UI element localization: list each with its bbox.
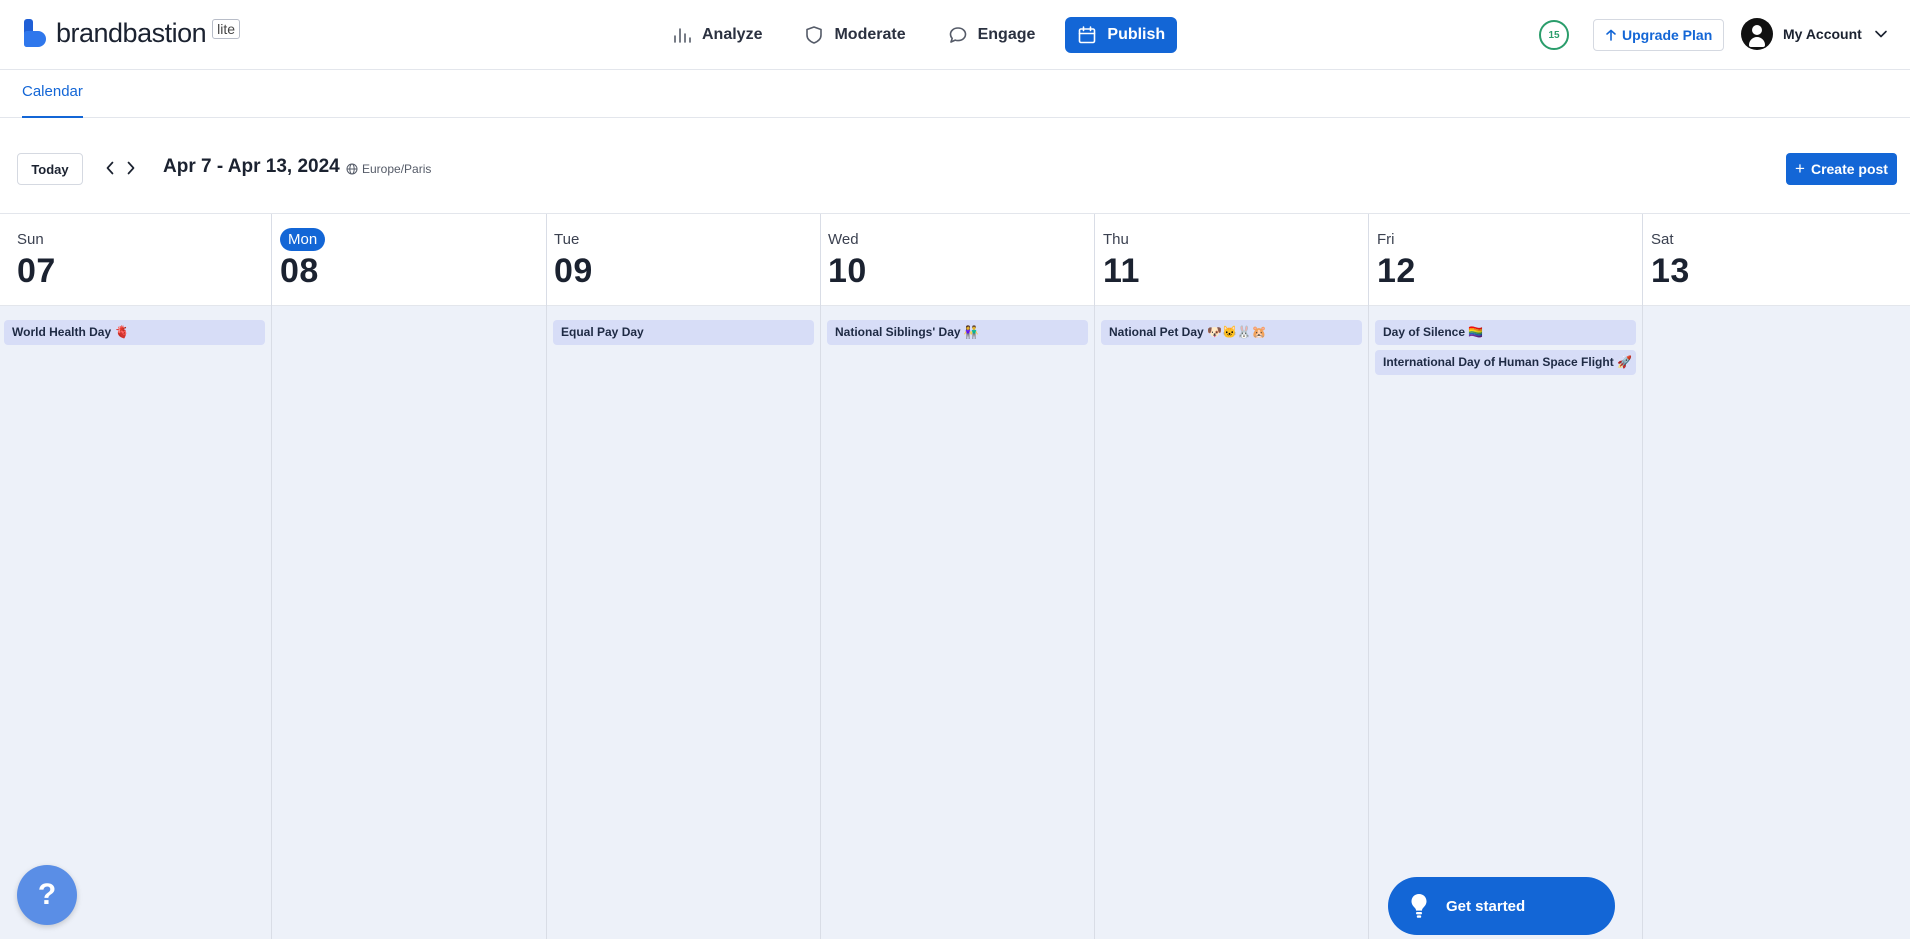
day-of-week: Tue xyxy=(554,231,580,248)
timezone-label: Europe/Paris xyxy=(362,162,432,176)
day-header: Sat 13 xyxy=(1643,214,1910,306)
chevron-down-icon xyxy=(1875,30,1887,38)
day-header: Tue 09 xyxy=(547,214,820,306)
day-cell[interactable]: Equal Pay Day xyxy=(547,306,820,939)
upgrade-plan-label: Upgrade Plan xyxy=(1622,27,1713,43)
account-label: My Account xyxy=(1783,26,1862,42)
day-column-tue: Tue 09 Equal Pay Day xyxy=(547,214,821,939)
chevron-right-icon xyxy=(127,161,135,175)
arrow-up-icon xyxy=(1606,29,1616,41)
day-header: Sun 07 xyxy=(0,214,271,306)
next-week-button[interactable] xyxy=(121,158,141,178)
day-number: 11 xyxy=(1103,252,1140,290)
brand-name: brandbastion xyxy=(56,18,207,48)
calendar-toolbar: Today Apr 7 - Apr 13, 2024 Europe/Paris … xyxy=(0,118,1910,214)
tab-calendar[interactable]: Calendar xyxy=(22,70,83,118)
day-column-thu: Thu 11 National Pet Day 🐶🐱🐰🐹 xyxy=(1095,214,1369,939)
day-cell[interactable]: National Pet Day 🐶🐱🐰🐹 xyxy=(1095,306,1368,939)
avatar xyxy=(1741,18,1773,50)
get-started-label: Get started xyxy=(1446,897,1526,915)
day-cell[interactable]: National Siblings' Day 👫 xyxy=(821,306,1094,939)
nav-publish[interactable]: Publish xyxy=(1065,17,1178,53)
previous-week-button[interactable] xyxy=(100,158,120,178)
day-number: 07 xyxy=(17,252,56,290)
brand-logo[interactable]: brandbastion lite xyxy=(22,18,241,49)
bar-chart-icon xyxy=(674,28,691,43)
event-chip[interactable]: Day of Silence 🏳️‍🌈 xyxy=(1375,320,1636,345)
nav-analyze-label: Analyze xyxy=(702,26,763,43)
day-header: Fri 12 xyxy=(1369,214,1642,306)
day-number: 08 xyxy=(280,252,319,290)
chat-bubble-icon xyxy=(949,27,966,43)
nav-engage[interactable]: Engage xyxy=(936,17,1048,53)
day-cell[interactable] xyxy=(272,306,546,939)
event-chip[interactable]: International Day of Human Space Flight … xyxy=(1375,350,1636,375)
plan-badge: lite xyxy=(212,18,241,39)
day-number: 12 xyxy=(1377,252,1416,290)
nav-moderate-label: Moderate xyxy=(834,26,906,43)
day-number: 09 xyxy=(554,252,593,290)
day-column-sun: Sun 07 World Health Day 🫀 xyxy=(0,214,272,939)
nav-engage-label: Engage xyxy=(977,26,1036,43)
day-number: 13 xyxy=(1651,252,1690,290)
nav-moderate[interactable]: Moderate xyxy=(792,17,917,53)
globe-icon xyxy=(346,163,358,175)
day-cell[interactable] xyxy=(1643,306,1910,939)
event-chip[interactable]: National Siblings' Day 👫 xyxy=(827,320,1088,345)
day-header: Mon 08 xyxy=(272,214,546,306)
event-chip[interactable]: National Pet Day 🐶🐱🐰🐹 xyxy=(1101,320,1362,345)
nav-analyze[interactable]: Analyze xyxy=(660,17,774,53)
day-cell[interactable]: Day of Silence 🏳️‍🌈 International Day of… xyxy=(1369,306,1642,939)
today-button[interactable]: Today xyxy=(17,153,83,185)
get-started-button[interactable]: Get started xyxy=(1388,877,1615,935)
week-calendar: Sun 07 World Health Day 🫀 Mon 08 Tue 09 … xyxy=(0,214,1910,939)
day-column-mon: Mon 08 xyxy=(272,214,547,939)
create-post-button[interactable]: + Create post xyxy=(1786,153,1897,185)
day-cell[interactable]: World Health Day 🫀 xyxy=(0,306,271,939)
day-header: Thu 11 xyxy=(1095,214,1368,306)
day-of-week: Thu xyxy=(1103,231,1129,248)
calendar-icon xyxy=(1079,26,1096,44)
lightbulb-icon xyxy=(1411,894,1427,918)
main-nav: Analyze Moderate Engage Publish xyxy=(660,17,1195,53)
timezone-selector[interactable]: Europe/Paris xyxy=(346,162,431,176)
day-column-sat: Sat 13 xyxy=(1643,214,1910,939)
top-navigation-bar: brandbastion lite Analyze Moderate Engag… xyxy=(0,0,1910,70)
event-chip[interactable]: Equal Pay Day xyxy=(553,320,814,345)
create-post-label: Create post xyxy=(1810,161,1888,177)
plus-icon: + xyxy=(1795,159,1805,178)
date-range-title: Apr 7 - Apr 13, 2024 xyxy=(163,156,340,177)
today-day-of-week: Mon xyxy=(280,228,326,251)
nav-publish-label: Publish xyxy=(1107,26,1166,43)
day-of-week: Fri xyxy=(1377,231,1395,248)
day-column-wed: Wed 10 National Siblings' Day 👫 xyxy=(821,214,1095,939)
day-header: Wed 10 xyxy=(821,214,1094,306)
credits-badge[interactable]: 15 xyxy=(1539,20,1569,50)
chevron-left-icon xyxy=(106,161,114,175)
shield-icon xyxy=(806,26,823,44)
upgrade-plan-button[interactable]: Upgrade Plan xyxy=(1593,19,1725,51)
brand-logo-icon xyxy=(22,18,46,49)
day-of-week: Sun xyxy=(17,231,44,248)
help-button[interactable]: ? xyxy=(17,865,77,925)
day-column-fri: Fri 12 Day of Silence 🏳️‍🌈 International… xyxy=(1369,214,1643,939)
sub-navigation: Calendar xyxy=(0,70,1910,118)
account-menu[interactable]: My Account xyxy=(1741,18,1888,50)
day-of-week: Sat xyxy=(1651,231,1674,248)
event-chip[interactable]: World Health Day 🫀 xyxy=(4,320,265,345)
day-number: 10 xyxy=(828,252,867,290)
day-of-week: Wed xyxy=(828,231,859,248)
